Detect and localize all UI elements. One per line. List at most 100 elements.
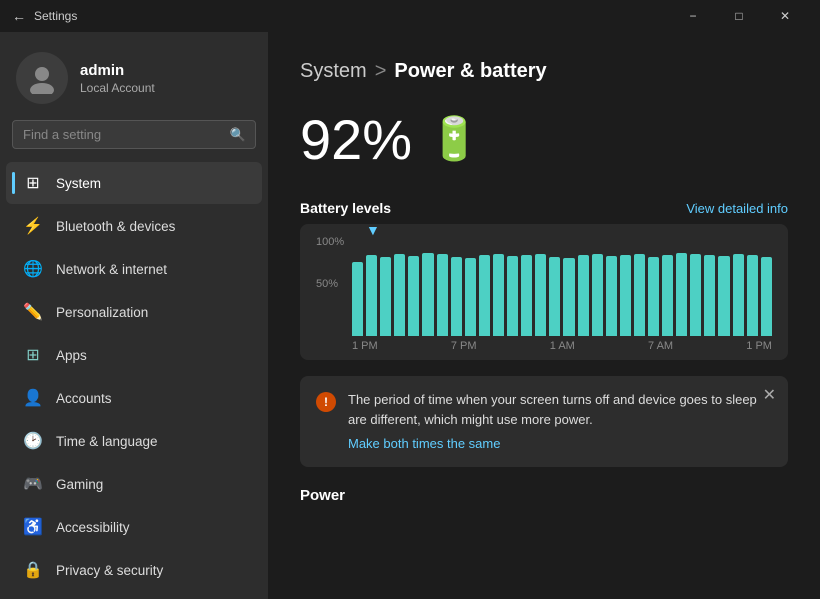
user-info: admin Local Account: [80, 62, 155, 95]
sidebar-item-bluetooth[interactable]: ⚡ Bluetooth & devices: [6, 205, 262, 247]
chart-bar: [704, 255, 715, 336]
sidebar-item-personalization[interactable]: ✏️ Personalization: [6, 291, 262, 333]
app-container: admin Local Account 🔍 ⊞ System ⚡ Bluetooth …: [0, 32, 820, 599]
user-name: admin: [80, 62, 155, 79]
alert-icon: !: [316, 392, 336, 412]
chart-bar: [451, 257, 462, 336]
close-button[interactable]: ✕: [762, 0, 808, 32]
chart-bar: [662, 255, 673, 336]
apps-nav-icon: ⊞: [22, 344, 44, 366]
search-box: 🔍: [12, 120, 256, 149]
chart-bar: [690, 254, 701, 336]
accounts-nav-icon: 👤: [22, 387, 44, 409]
sidebar-item-accessibility[interactable]: ♿Accessibility: [6, 506, 262, 548]
gaming-nav-icon: 🎮: [22, 473, 44, 495]
back-icon[interactable]: ←: [12, 8, 26, 24]
power-section: Power: [300, 487, 788, 505]
battery-percentage: 92%: [300, 107, 412, 172]
chart-bar: [549, 257, 560, 336]
sidebar-item-gaming[interactable]: 🎮 Gaming: [6, 463, 262, 505]
chart-bar: [606, 256, 617, 336]
battery-display: 92% 🔋: [300, 107, 788, 172]
title-bar-controls: − □ ✕: [670, 0, 808, 32]
chart-bar: [718, 256, 729, 336]
chart-bar: [733, 254, 744, 336]
x-axis-label: 1 PM: [352, 340, 378, 352]
chart-bar: [648, 257, 659, 336]
chart-bar: [422, 253, 433, 336]
sidebar-item-apps[interactable]: ⊞ Apps: [6, 334, 262, 376]
time-nav-icon: 🕑: [22, 430, 44, 452]
sidebar-item-privacy[interactable]: 🔒Privacy & security: [6, 549, 262, 591]
battery-icon: 🔋: [428, 115, 480, 164]
system-nav-icon: ⊞: [22, 172, 44, 194]
charge-indicator: ▼: [366, 222, 380, 238]
chart-bar: [479, 255, 490, 336]
breadcrumb-parent: System: [300, 60, 367, 83]
sidebar-item-network[interactable]: 🌐Network & internet: [6, 248, 262, 290]
sidebar-item-system[interactable]: ⊞ System: [6, 162, 262, 204]
title-bar: ← Settings − □ ✕: [0, 0, 820, 32]
chart-bar: [408, 256, 419, 336]
chart-bar: [592, 254, 603, 336]
chart-bar: [493, 254, 504, 336]
sidebar: admin Local Account 🔍 ⊞ System ⚡ Bluetooth …: [0, 32, 268, 599]
user-avatar-icon: [26, 62, 58, 94]
x-axis-label: 7 AM: [648, 340, 673, 352]
x-axis-label: 1 AM: [550, 340, 575, 352]
chart-bar: [634, 254, 645, 336]
chart-bar: [437, 254, 448, 336]
chart-bar: [507, 256, 518, 336]
battery-chart: 100% 50% ▼ 1 PM7 PM1 AM7 AM1 PM: [300, 224, 788, 360]
alert-box: ! The period of time when your screen tu…: [300, 376, 788, 467]
privacy-nav-label: Privacy & security: [56, 563, 163, 578]
sidebar-nav: ⊞ System ⚡ Bluetooth & devices 🌐Network & in…: [0, 161, 268, 599]
view-detailed-link[interactable]: View detailed info: [686, 201, 788, 216]
chart-bar: [366, 255, 377, 336]
accounts-nav-label: Accounts: [56, 391, 112, 406]
x-axis-label: 1 PM: [746, 340, 772, 352]
gaming-nav-label: Gaming: [56, 477, 103, 492]
bluetooth-nav-label: Bluetooth & devices: [56, 219, 175, 234]
battery-chart-section: Battery levels View detailed info 100% 5…: [300, 200, 788, 360]
chart-header: Battery levels View detailed info: [300, 200, 788, 216]
sidebar-item-accounts[interactable]: 👤 Accounts: [6, 377, 262, 419]
minimize-button[interactable]: −: [670, 0, 716, 32]
x-axis-label: 7 PM: [451, 340, 477, 352]
chart-bar: [563, 258, 574, 336]
avatar: [16, 52, 68, 104]
user-account-type: Local Account: [80, 81, 155, 95]
chart-bar: [521, 255, 532, 336]
chart-bar: [380, 257, 391, 336]
title-bar-title: Settings: [34, 9, 77, 23]
chart-title: Battery levels: [300, 200, 391, 216]
bluetooth-nav-icon: ⚡: [22, 215, 44, 237]
network-nav-label: Network & internet: [56, 262, 167, 277]
accessibility-nav-icon: ♿: [22, 516, 44, 538]
title-bar-left: ← Settings: [12, 8, 670, 24]
chart-bar: [747, 255, 758, 336]
alert-action-link[interactable]: Make both times the same: [348, 436, 500, 451]
chart-bar: [761, 257, 772, 336]
chart-bar: [394, 254, 405, 336]
alert-text: The period of time when your screen turn…: [348, 390, 772, 429]
personalization-nav-icon: ✏️: [22, 301, 44, 323]
chart-bar: [620, 255, 631, 336]
sidebar-item-time[interactable]: 🕑Time & language: [6, 420, 262, 462]
system-nav-label: System: [56, 176, 101, 191]
search-icon: 🔍: [230, 127, 246, 143]
apps-nav-label: Apps: [56, 348, 87, 363]
chart-bar: [352, 262, 363, 336]
alert-close-button[interactable]: ✕: [763, 388, 776, 404]
chart-bar: [578, 255, 589, 336]
breadcrumb: System > Power & battery: [300, 60, 788, 83]
personalization-nav-label: Personalization: [56, 305, 148, 320]
sidebar-item-windows[interactable]: ↻Windows Update: [6, 592, 262, 599]
chart-bar: [535, 254, 546, 336]
maximize-button[interactable]: □: [716, 0, 762, 32]
search-input[interactable]: [12, 120, 256, 149]
chart-bar: [676, 253, 687, 336]
user-profile[interactable]: admin Local Account: [0, 32, 268, 120]
main-content: System > Power & battery 92% 🔋 Battery l…: [268, 32, 820, 599]
x-axis-labels: 1 PM 7 PM 1 AM 7 AM 1 PM: [316, 340, 772, 352]
